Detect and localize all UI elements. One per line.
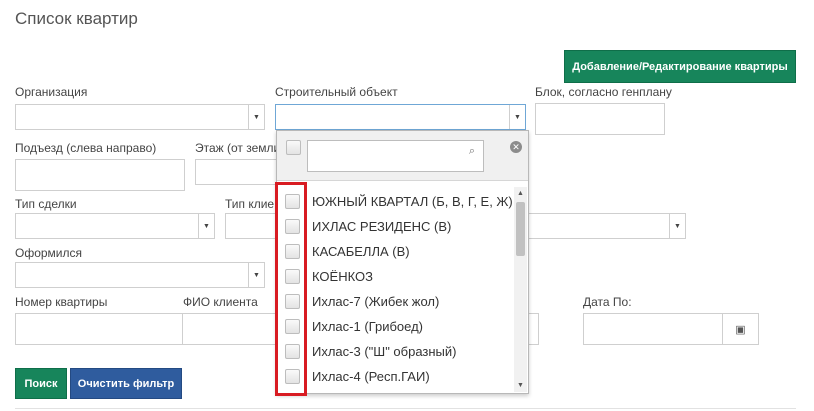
option-label: ИХЛАС РЕЗИДЕНС (В) <box>312 219 452 234</box>
option-label: Ихлас-1 (Грибоед) <box>312 319 423 334</box>
search-icon: ⌕ <box>468 145 475 157</box>
client-type-select[interactable] <box>225 213 277 239</box>
client-name-input[interactable] <box>183 313 277 345</box>
checkbox-highlight-annotation <box>275 182 307 396</box>
scroll-down-icon[interactable]: ▼ <box>514 379 527 392</box>
entrance-label: Подъезд (слева направо) <box>15 141 157 155</box>
block-label: Блок, согласно генплану <box>535 85 672 99</box>
registered-label: Оформился <box>15 246 83 260</box>
calendar-icon[interactable]: ▣ <box>722 314 758 345</box>
chevron-down-icon[interactable]: ▼ <box>509 105 525 129</box>
organization-label: Организация <box>15 85 88 99</box>
scroll-up-icon[interactable]: ▲ <box>514 187 527 200</box>
dropdown-search-input[interactable]: ⌕ <box>307 140 484 172</box>
building-object-select[interactable]: ▼ <box>275 104 526 130</box>
dropdown-option[interactable]: ЮЖНЫЙ КВАРТАЛ (Б, В, Г, Е, Ж) <box>277 189 514 214</box>
dropdown-scrollbar[interactable]: ▲ ▼ <box>514 187 527 392</box>
apartment-number-label: Номер квартиры <box>15 295 108 309</box>
clear-filter-button[interactable]: Очистить фильтр <box>70 368 182 399</box>
client-name-label: ФИО клиента <box>183 295 258 309</box>
dropdown-header: ⌕ ✕ <box>277 131 528 181</box>
date-to-label: Дата По: <box>583 295 632 309</box>
deal-type-select[interactable]: ▼ <box>15 213 215 239</box>
organization-select[interactable]: ▼ <box>15 104 265 130</box>
block-input[interactable] <box>535 103 665 135</box>
dropdown-option[interactable]: Ихлас-7 (Жибек жол) <box>277 289 514 314</box>
registered-select[interactable]: ▼ <box>15 262 265 288</box>
option-label: КОЁНКОЗ <box>312 269 373 284</box>
chevron-down-icon[interactable]: ▼ <box>248 105 264 129</box>
dropdown-option[interactable]: Ихлас-1 (Грибоед) <box>277 314 514 339</box>
add-edit-apartment-button[interactable]: Добавление/Редактирование квартиры <box>564 50 796 83</box>
floor-input[interactable] <box>195 159 277 185</box>
date-to-input[interactable]: ▣ <box>583 313 759 345</box>
chevron-down-icon[interactable]: ▼ <box>248 263 264 287</box>
entrance-input[interactable] <box>15 159 185 191</box>
dropdown-option[interactable]: КАСАБЕЛЛА (В) <box>277 239 514 264</box>
option-label: ЮЖНЫЙ КВАРТАЛ (Б, В, Г, Е, Ж) <box>312 194 513 209</box>
option-label: КАСАБЕЛЛА (В) <box>312 244 410 259</box>
apartment-number-input[interactable] <box>15 313 183 345</box>
client-type-label: Тип клие <box>225 197 275 211</box>
dropdown-option[interactable]: КОЁНКОЗ <box>277 264 514 289</box>
floor-label: Этаж (от земли <box>195 141 281 155</box>
search-button[interactable]: Поиск <box>15 368 67 399</box>
option-label: Ихлас-3 ("Ш" образный) <box>312 344 457 359</box>
dropdown-option[interactable]: ИХЛАС РЕЗИДЕНС (В) <box>277 214 514 239</box>
page-title: Список квартир <box>15 9 138 28</box>
select-all-checkbox[interactable] <box>286 140 301 155</box>
option-label: Ихлас-7 (Жибек жол) <box>312 294 440 309</box>
deal-type-label: Тип сделки <box>15 197 77 211</box>
building-object-dropdown[interactable]: ⌕ ✕ ЮЖНЫЙ КВАРТАЛ (Б, В, Г, Е, Ж) ИХЛАС … <box>276 130 529 394</box>
scroll-thumb[interactable] <box>516 202 525 256</box>
chevron-down-icon[interactable]: ▼ <box>669 214 685 238</box>
hidden-select-partial[interactable]: ▼ <box>529 213 686 239</box>
building-object-label: Строительный объект <box>275 85 398 99</box>
clear-icon[interactable]: ✕ <box>510 141 522 153</box>
divider <box>15 408 796 409</box>
dropdown-option[interactable]: Ихлас-4 (Респ.ГАИ) <box>277 364 514 389</box>
chevron-down-icon[interactable]: ▼ <box>198 214 214 238</box>
dropdown-option[interactable]: Ихлас-3 ("Ш" образный) <box>277 339 514 364</box>
hidden-input-partial[interactable] <box>529 313 539 345</box>
option-label: Ихлас-4 (Респ.ГАИ) <box>312 369 430 384</box>
